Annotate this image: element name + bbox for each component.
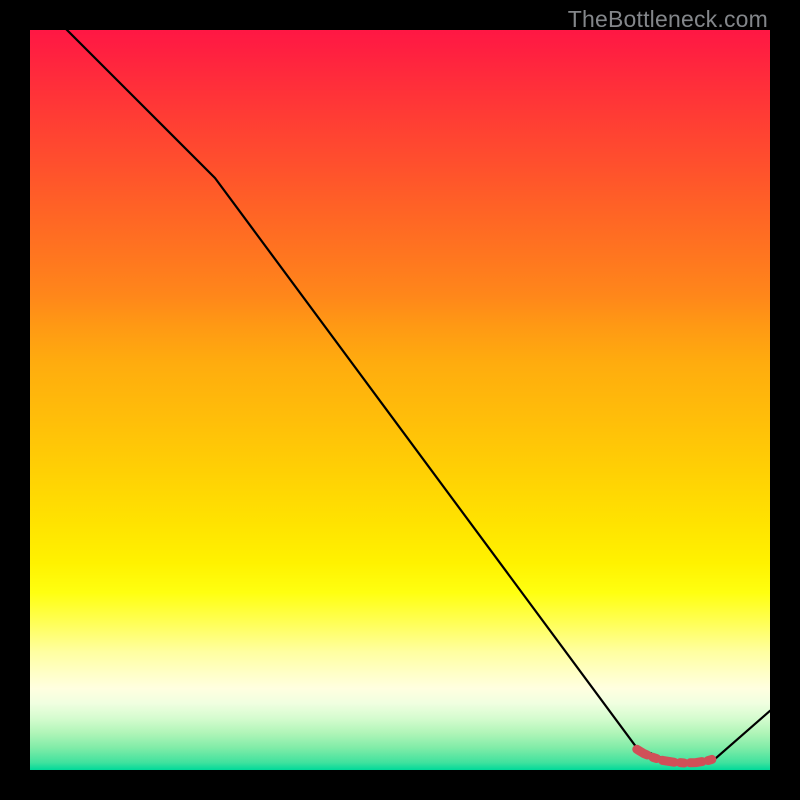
- optimal-zone-markers: [637, 749, 716, 763]
- watermark-text: TheBottleneck.com: [568, 6, 768, 33]
- chart-frame: TheBottleneck.com: [0, 0, 800, 800]
- chart-overlay: [30, 30, 770, 770]
- bottleneck-curve-line: [30, 0, 770, 763]
